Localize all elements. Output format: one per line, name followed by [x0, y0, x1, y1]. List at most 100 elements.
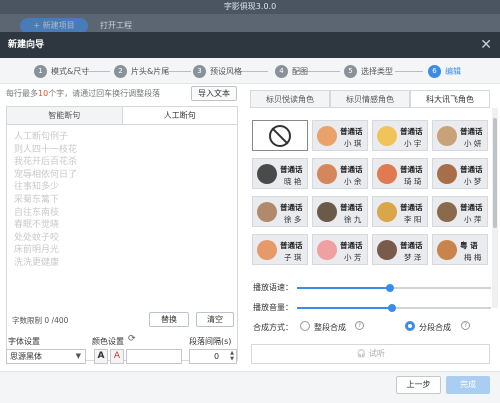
replace-button[interactable]: 替换 — [149, 312, 189, 327]
synthesis-mode-label: 合成方式： — [253, 323, 293, 332]
help-icon[interactable]: ? — [355, 321, 364, 330]
voice-language: 普通话 — [340, 127, 363, 136]
voice-card[interactable]: 普通话琦 琦 — [372, 158, 428, 189]
step-connector — [167, 71, 191, 72]
voice-card[interactable]: 普通话小 宇 — [372, 120, 428, 151]
step-6[interactable]: 6 编辑 — [428, 64, 461, 78]
script-textbox[interactable]: 智能断句 人工断句 人工断句例子 则人四十一枝花 我花开后百花杀 宠辱相依何日了… — [6, 106, 238, 361]
voice-card[interactable]: 普通话小 琪 — [312, 120, 368, 151]
voice-card[interactable]: 普通话小 萍 — [432, 196, 488, 227]
avatar-icon — [317, 164, 337, 184]
avatar-icon — [377, 240, 397, 260]
voice-name: 小 芳 — [344, 253, 362, 262]
voice-card[interactable]: 普通话小 梦 — [432, 158, 488, 189]
listen-button[interactable]: 🎧︎ 试听 — [251, 344, 490, 364]
voice-card[interactable]: 普通话徐 九 — [312, 196, 368, 227]
step-3[interactable]: 3 预设风格 — [193, 64, 242, 78]
placeholder-line: 我花开后百花杀 — [14, 157, 78, 168]
voice-grid-scrollbar[interactable] — [492, 108, 498, 308]
spin-arrows-icon[interactable]: ▲ ▼ — [230, 350, 234, 362]
voice-provider-tabs: 标贝悦读角色 标贝情感角色 科大讯飞角色 — [250, 90, 490, 108]
voice-card[interactable]: 普通话子 琪 — [252, 234, 308, 265]
step-2[interactable]: 2 片头&片尾 — [114, 64, 169, 78]
step-label: 预设风格 — [210, 66, 242, 76]
voice-card[interactable]: 普通话梦 泽 — [372, 234, 428, 265]
chevron-down-icon: ▼ — [75, 352, 81, 360]
refresh-icon[interactable]: ⟳ — [128, 334, 136, 344]
voice-card[interactable]: 普通话小 余 — [312, 158, 368, 189]
volume-slider[interactable] — [297, 304, 491, 312]
no-voice-icon — [269, 125, 291, 147]
voice-name: 小 妍 — [464, 139, 482, 148]
text-color-button[interactable]: A — [94, 349, 108, 364]
paragraph-pause-label: 段落间隔(s) — [189, 337, 232, 346]
step-5[interactable]: 5 选择类型 — [344, 64, 393, 78]
tab-smart-split[interactable]: 智能断句 — [7, 107, 122, 124]
step-connector — [238, 71, 268, 72]
voice-language: 普通话 — [340, 203, 363, 212]
color-preview[interactable] — [126, 349, 182, 364]
voice-card[interactable]: 普通话徐 多 — [252, 196, 308, 227]
char-limit-label: 字数限制 — [12, 316, 42, 325]
radio-segment-synthesis[interactable] — [405, 321, 415, 331]
voice-card[interactable]: 普通话李 阳 — [372, 196, 428, 227]
avatar-icon — [257, 164, 277, 184]
voice-card[interactable]: 普通话小 芳 — [312, 234, 368, 265]
step-number: 1 — [34, 64, 47, 78]
voice-name: 晓 艳 — [284, 177, 302, 186]
wizard-steps: 1 模式&尺寸 2 片头&片尾 3 预设风格 4 配图 5 选择类型 6 编辑 — [0, 58, 500, 84]
step-label: 选择类型 — [361, 66, 393, 76]
step-label: 片头&片尾 — [131, 66, 170, 76]
step-4[interactable]: 4 配图 — [275, 64, 308, 78]
help-icon[interactable]: ? — [461, 321, 470, 330]
tab-biaobei-emotion[interactable]: 标贝情感角色 — [330, 90, 410, 107]
voice-name: 小 萍 — [464, 215, 482, 224]
placeholder-line: 往事知多少 — [14, 182, 60, 193]
placeholder-line: 宠辱相依何日了 — [14, 169, 78, 180]
placeholder-line: 洗洗更健康 — [14, 257, 60, 268]
avatar-icon — [377, 126, 397, 146]
dialog-title: 新建向导 — [8, 40, 45, 50]
avatar-icon — [317, 126, 337, 146]
placeholder-line: 处处蚊子咬 — [14, 232, 60, 243]
placeholder-line: 则人四十一枝花 — [14, 144, 78, 155]
step-number: 4 — [275, 64, 288, 78]
voice-language: 普通话 — [280, 165, 303, 174]
tab-iflytek[interactable]: 科大讯飞角色 — [410, 90, 490, 107]
voice-card[interactable]: 普通话晓 艳 — [252, 158, 308, 189]
import-text-button[interactable]: 导入文本 — [191, 86, 237, 101]
step-connector — [395, 71, 423, 72]
tab-manual-split[interactable]: 人工断句 — [121, 107, 237, 124]
voice-name: 梦 泽 — [404, 253, 422, 262]
paragraph-pause-stepper[interactable]: 0 ▲ ▼ — [189, 349, 237, 364]
voice-name: 子 琪 — [284, 253, 302, 262]
close-icon[interactable]: ✕ — [480, 32, 492, 58]
voice-language: 粤 语 — [460, 241, 478, 250]
slider-fill — [297, 307, 393, 309]
speed-label: 播放语速： — [253, 283, 293, 292]
speed-slider[interactable] — [297, 284, 491, 292]
placeholder-line: 春眠不觉晓 — [14, 220, 60, 231]
clear-button[interactable]: 清空 — [196, 312, 234, 327]
placeholder-line: 采菊东篱下 — [14, 194, 60, 205]
finish-button[interactable]: 完成 — [446, 376, 490, 394]
stroke-color-button[interactable]: A — [110, 349, 124, 364]
voice-name: 琦 琦 — [404, 177, 422, 186]
voice-card[interactable]: 普通话小 妍 — [432, 120, 488, 151]
segment-synthesis-label: 分段合成 — [419, 323, 451, 332]
avatar-icon — [257, 202, 277, 222]
voice-card[interactable]: 粤 语梅 梅 — [432, 234, 488, 265]
avatar-icon — [437, 164, 457, 184]
scrollbar-thumb[interactable] — [493, 118, 497, 228]
font-select[interactable]: 思源黑体 ▼ — [6, 349, 86, 364]
radio-whole-synthesis[interactable] — [300, 321, 310, 331]
step-label: 模式&尺寸 — [51, 66, 90, 76]
tab-biaobei-reading[interactable]: 标贝悦读角色 — [250, 90, 330, 107]
step-1[interactable]: 1 模式&尺寸 — [34, 64, 89, 78]
voice-card-none[interactable] — [252, 120, 308, 151]
slider-knob[interactable] — [388, 304, 397, 312]
voice-name: 徐 九 — [344, 215, 362, 224]
volume-label: 播放音量： — [253, 303, 293, 312]
placeholder-line: 人工断句例子 — [14, 132, 69, 142]
prev-step-button[interactable]: 上一步 — [396, 376, 441, 394]
